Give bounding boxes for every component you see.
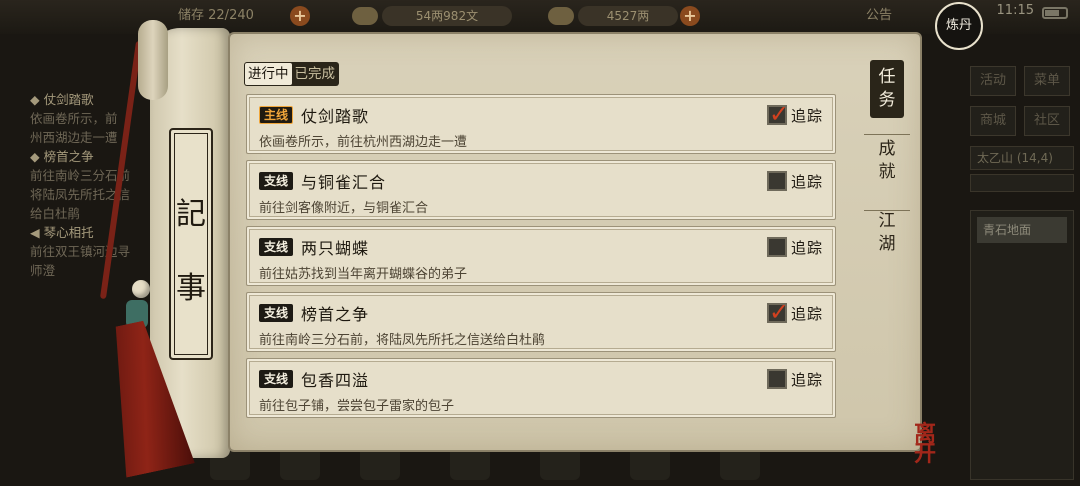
main-quest-badge: 主线 (259, 106, 293, 124)
tab-jianghu[interactable]: 江湖 (870, 204, 904, 262)
track-label: 追踪 (790, 304, 823, 323)
ingot-display: 4527两 (578, 6, 678, 26)
tassel-bead (132, 280, 150, 298)
checkbox-unchecked-icon[interactable] (766, 369, 787, 389)
minimap-strip (970, 174, 1074, 192)
side-tab-divider (864, 210, 910, 211)
checkbox-unchecked-icon[interactable] (766, 237, 787, 257)
money-icon (352, 7, 378, 25)
tab-tasks[interactable]: 任务 (870, 60, 904, 118)
quest-title: 两只蝴蝶 (301, 239, 370, 258)
side-quest-badge: 支线 (259, 370, 293, 388)
log-entry[interactable]: ◆ 榜首之争 前往南岭三分石前 将陆凤先所托之信 给白杜鹃 (30, 147, 160, 223)
quest-title: 仗剑踏歌 (301, 107, 370, 126)
track-label: 追踪 (790, 370, 823, 389)
money-display: 54两982文 (382, 6, 512, 26)
track-label: 追踪 (790, 106, 823, 125)
location-bar: 太乙山 (14,4) (970, 146, 1074, 170)
scroll-roll-top (138, 20, 168, 100)
quest-row[interactable]: 支线 包香四溢 前往包子铺，尝尝包子雷家的包子 追踪 (246, 358, 836, 418)
quest-description: 前往包子铺，尝尝包子雷家的包子 (259, 399, 455, 414)
track-toggle[interactable]: 追踪 (766, 100, 823, 128)
quest-title: 包香四溢 (301, 371, 370, 390)
track-label: 追踪 (790, 172, 823, 191)
community-button[interactable]: 社区 (1024, 106, 1070, 136)
quest-title: 与铜雀汇合 (301, 173, 387, 192)
battery-icon (1042, 7, 1068, 19)
tab-in-progress[interactable]: 进行中 (245, 63, 292, 85)
quest-journal-panel: 进行中 已完成 主线 仗剑踏歌 依画卷所示，前往杭州西湖边走一遭 追踪 支线 与… (230, 34, 920, 450)
track-label: 追踪 (790, 238, 823, 257)
ground-item[interactable]: 青石地面 (977, 217, 1067, 243)
right-side-panel: 活动 菜单 商城 社区 太乙山 (14,4) 青石地面 (962, 60, 1080, 480)
checkbox-checked-icon[interactable] (766, 100, 789, 128)
track-toggle[interactable]: 追踪 (766, 170, 823, 192)
journal-title: 記事 (169, 128, 213, 360)
clock: 11:15 (996, 3, 1034, 18)
quest-description: 依画卷所示，前往杭州西湖边走一遭 (259, 135, 468, 150)
ingot-icon (548, 7, 574, 25)
quest-list: 主线 仗剑踏歌 依画卷所示，前往杭州西湖边走一遭 追踪 支线 与铜雀汇合 前往剑… (246, 94, 836, 424)
capacity-label: 储存 22/240 (178, 8, 254, 23)
quest-description: 前往姑苏找到当年离开蝴蝶谷的弟子 (259, 267, 468, 282)
quest-row[interactable]: 支线 两只蝴蝶 前往姑苏找到当年离开蝴蝶谷的弟子 追踪 (246, 226, 836, 286)
leave-button[interactable]: 离开 (914, 423, 938, 465)
side-quest-badge: 支线 (259, 238, 293, 256)
activity-button[interactable]: 活动 (970, 66, 1016, 96)
quest-description: 前往剑客像附近，与铜雀汇合 (259, 201, 429, 216)
side-quest-badge: 支线 (259, 304, 293, 322)
side-quest-badge: 支线 (259, 172, 293, 190)
quest-row[interactable]: 主线 仗剑踏歌 依画卷所示，前往杭州西湖边走一遭 追踪 (246, 94, 836, 154)
ingot-plus-icon[interactable]: + (680, 6, 700, 26)
quest-row[interactable]: 支线 榜首之争 前往南岭三分石前，将陆凤先所托之信送给白杜鹃 追踪 (246, 292, 836, 352)
checkbox-unchecked-icon[interactable] (766, 171, 787, 191)
quest-row[interactable]: 支线 与铜雀汇合 前往剑客像附近，与铜雀汇合 追踪 (246, 160, 836, 220)
menu-button[interactable]: 菜单 (1024, 66, 1070, 96)
journal-category-tabs: 任务 成就 江湖 (870, 60, 910, 276)
alchemy-button[interactable]: 炼丹 (935, 2, 983, 50)
capacity-plus-icon[interactable]: + (290, 6, 310, 26)
notice-button[interactable]: 公告 (866, 5, 892, 27)
quest-title: 榜首之争 (301, 305, 370, 324)
track-toggle[interactable]: 追踪 (766, 298, 823, 326)
side-tab-divider (864, 134, 910, 135)
checkbox-checked-icon[interactable] (766, 298, 789, 326)
tab-achievements[interactable]: 成就 (870, 132, 904, 190)
track-toggle[interactable]: 追踪 (766, 236, 823, 258)
log-entry[interactable]: ◀ 琴心相托 前往双王镇河边寻 师澄 (30, 223, 160, 280)
shop-button[interactable]: 商城 (970, 106, 1016, 136)
log-entry[interactable]: ◆ 仗剑踏歌 依画卷所示，前 州西湖边走一遭 (30, 90, 160, 147)
ground-item-list: 青石地面 (970, 210, 1074, 480)
quest-description: 前往南岭三分石前，将陆凤先所托之信送给白杜鹃 (259, 333, 546, 348)
track-toggle[interactable]: 追踪 (766, 368, 823, 390)
tab-completed[interactable]: 已完成 (292, 63, 339, 85)
quest-status-tabs: 进行中 已完成 (244, 62, 339, 86)
quest-tracker-log: ◆ 仗剑踏歌 依画卷所示，前 州西湖边走一遭 ◆ 榜首之争 前往南岭三分石前 将… (30, 90, 160, 280)
